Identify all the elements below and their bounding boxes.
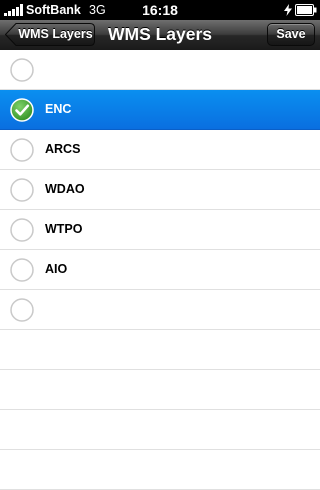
back-button[interactable]: WMS Layers bbox=[5, 23, 95, 46]
checked-circle-icon bbox=[10, 98, 34, 122]
layer-label: WTPO bbox=[45, 222, 83, 236]
back-button-label: WMS Layers bbox=[18, 27, 93, 41]
unchecked-circle-icon bbox=[10, 258, 34, 282]
empty-row bbox=[0, 370, 320, 410]
layer-label: AIO bbox=[45, 262, 68, 276]
layer-row[interactable]: WTPO bbox=[0, 210, 320, 250]
unchecked-circle-icon bbox=[10, 298, 34, 322]
layer-list: ENC ARCS WDAO WTPO AIO bbox=[0, 50, 320, 490]
layer-row-selected[interactable]: ENC bbox=[0, 90, 320, 130]
layer-label: ENC bbox=[45, 102, 72, 116]
layer-row[interactable]: ARCS bbox=[0, 130, 320, 170]
layer-label: WDAO bbox=[45, 182, 85, 196]
unchecked-circle-icon bbox=[10, 178, 34, 202]
charging-bolt-icon bbox=[284, 4, 292, 16]
layer-row[interactable] bbox=[0, 50, 320, 90]
empty-row bbox=[0, 410, 320, 450]
battery-charging-icon bbox=[295, 4, 317, 16]
status-clock: 16:18 bbox=[142, 2, 178, 18]
unchecked-circle-icon bbox=[10, 58, 34, 82]
layer-row[interactable]: AIO bbox=[0, 250, 320, 290]
empty-row bbox=[0, 450, 320, 490]
save-button[interactable]: Save bbox=[267, 23, 315, 46]
empty-row bbox=[0, 330, 320, 370]
status-bar: SoftBank 3G 16:18 bbox=[0, 0, 320, 20]
layer-row[interactable]: WDAO bbox=[0, 170, 320, 210]
navigation-bar: WMS Layers WMS Layers Save bbox=[0, 20, 320, 51]
unchecked-circle-icon bbox=[10, 218, 34, 242]
layer-row[interactable] bbox=[0, 290, 320, 330]
layer-label: ARCS bbox=[45, 142, 81, 156]
unchecked-circle-icon bbox=[10, 138, 34, 162]
